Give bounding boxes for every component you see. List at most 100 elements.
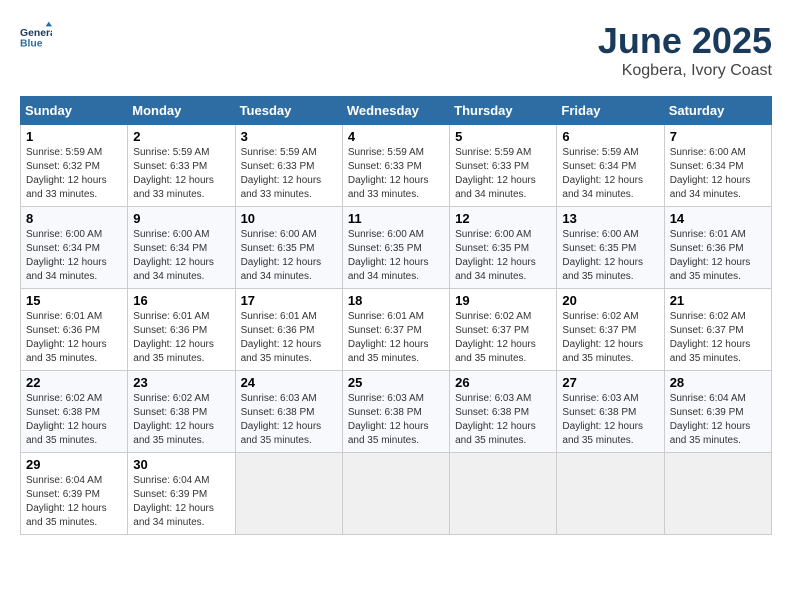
calendar-cell: 8 Sunrise: 6:00 AMSunset: 6:34 PMDaylight… [21, 207, 128, 289]
calendar-title: June 2025 [598, 20, 772, 62]
day-number: 28 [670, 375, 766, 390]
day-detail: Sunrise: 6:02 AMSunset: 6:38 PMDaylight:… [133, 392, 229, 448]
day-detail: Sunrise: 6:01 AMSunset: 6:36 PMDaylight:… [241, 310, 337, 366]
day-detail: Sunrise: 6:01 AMSunset: 6:36 PMDaylight:… [133, 310, 229, 366]
svg-text:General: General [20, 28, 52, 39]
calendar-cell: 4 Sunrise: 5:59 AMSunset: 6:33 PMDaylight… [342, 125, 449, 207]
day-number: 10 [241, 211, 337, 226]
day-detail: Sunrise: 6:02 AMSunset: 6:37 PMDaylight:… [670, 310, 766, 366]
day-header-thursday: Thursday [450, 97, 557, 125]
calendar-week-3: 15 Sunrise: 6:01 AMSunset: 6:36 PMDayligh… [21, 289, 772, 371]
calendar-cell: 28 Sunrise: 6:04 AMSunset: 6:39 PMDayligh… [664, 371, 771, 453]
day-detail: Sunrise: 6:00 AMSunset: 6:35 PMDaylight:… [455, 228, 551, 284]
calendar-cell: 26 Sunrise: 6:03 AMSunset: 6:38 PMDayligh… [450, 371, 557, 453]
day-number: 20 [562, 293, 658, 308]
day-number: 29 [26, 457, 122, 472]
calendar-cell: 20 Sunrise: 6:02 AMSunset: 6:37 PMDayligh… [557, 289, 664, 371]
day-number: 18 [348, 293, 444, 308]
day-header-saturday: Saturday [664, 97, 771, 125]
day-detail: Sunrise: 5:59 AMSunset: 6:32 PMDaylight:… [26, 146, 122, 202]
calendar-cell: 14Sunrise: 6:01 AMSunset: 6:36 PMDayligh… [664, 207, 771, 289]
day-detail: Sunrise: 6:02 AMSunset: 6:38 PMDaylight:… [26, 392, 122, 448]
calendar-cell [235, 453, 342, 535]
day-header-wednesday: Wednesday [342, 97, 449, 125]
logo: General Blue [20, 20, 52, 52]
calendar-cell: 21 Sunrise: 6:02 AMSunset: 6:37 PMDayligh… [664, 289, 771, 371]
calendar-cell: 5 Sunrise: 5:59 AMSunset: 6:33 PMDaylight… [450, 125, 557, 207]
day-number: 23 [133, 375, 229, 390]
calendar-cell: 3 Sunrise: 5:59 AMSunset: 6:33 PMDaylight… [235, 125, 342, 207]
calendar-cell: 12 Sunrise: 6:00 AMSunset: 6:35 PMDayligh… [450, 207, 557, 289]
day-detail: Sunrise: 6:03 AMSunset: 6:38 PMDaylight:… [241, 392, 337, 448]
calendar-cell: 1 Sunrise: 5:59 AMSunset: 6:32 PMDaylight… [21, 125, 128, 207]
day-detail: Sunrise: 6:00 AMSunset: 6:35 PMDaylight:… [348, 228, 444, 284]
day-number: 1 [26, 129, 122, 144]
day-detail: Sunrise: 6:04 AMSunset: 6:39 PMDaylight:… [26, 474, 122, 530]
calendar-cell: 30 Sunrise: 6:04 AMSunset: 6:39 PMDayligh… [128, 453, 235, 535]
day-detail: Sunrise: 5:59 AMSunset: 6:34 PMDaylight:… [562, 146, 658, 202]
day-number: 25 [348, 375, 444, 390]
day-number: 6 [562, 129, 658, 144]
day-number: 2 [133, 129, 229, 144]
calendar-cell: 19Sunrise: 6:02 AMSunset: 6:37 PMDayligh… [450, 289, 557, 371]
calendar-cell: 17 Sunrise: 6:01 AMSunset: 6:36 PMDayligh… [235, 289, 342, 371]
svg-text:Blue: Blue [20, 38, 43, 49]
day-detail: Sunrise: 6:01 AMSunset: 6:36 PMDaylight:… [26, 310, 122, 366]
day-detail: Sunrise: 6:00 AMSunset: 6:35 PMDaylight:… [241, 228, 337, 284]
day-number: 24 [241, 375, 337, 390]
day-detail: Sunrise: 6:00 AMSunset: 6:34 PMDaylight:… [26, 228, 122, 284]
day-detail: Sunrise: 6:02 AMSunset: 6:37 PMDaylight:… [562, 310, 658, 366]
day-detail: Sunrise: 6:00 AMSunset: 6:35 PMDaylight:… [562, 228, 658, 284]
day-detail: Sunrise: 5:59 AMSunset: 6:33 PMDaylight:… [241, 146, 337, 202]
calendar-subtitle: Kogbera, Ivory Coast [598, 62, 772, 80]
day-detail: Sunrise: 6:00 AMSunset: 6:34 PMDaylight:… [670, 146, 766, 202]
day-number: 4 [348, 129, 444, 144]
page-header: General Blue June 2025 Kogbera, Ivory Co… [20, 20, 772, 80]
calendar-cell: 9Sunrise: 6:00 AMSunset: 6:34 PMDaylight… [128, 207, 235, 289]
day-number: 27 [562, 375, 658, 390]
day-detail: Sunrise: 6:04 AMSunset: 6:39 PMDaylight:… [133, 474, 229, 530]
calendar-cell [342, 453, 449, 535]
day-detail: Sunrise: 6:01 AMSunset: 6:37 PMDaylight:… [348, 310, 444, 366]
day-detail: Sunrise: 5:59 AMSunset: 6:33 PMDaylight:… [455, 146, 551, 202]
calendar-week-4: 22Sunrise: 6:02 AMSunset: 6:38 PMDayligh… [21, 371, 772, 453]
day-number: 8 [26, 211, 122, 226]
day-detail: Sunrise: 6:04 AMSunset: 6:39 PMDaylight:… [670, 392, 766, 448]
day-number: 7 [670, 129, 766, 144]
calendar-cell: 13 Sunrise: 6:00 AMSunset: 6:35 PMDayligh… [557, 207, 664, 289]
day-detail: Sunrise: 5:59 AMSunset: 6:33 PMDaylight:… [348, 146, 444, 202]
day-number: 17 [241, 293, 337, 308]
title-block: June 2025 Kogbera, Ivory Coast [598, 20, 772, 80]
day-detail: Sunrise: 6:01 AMSunset: 6:36 PMDaylight:… [670, 228, 766, 284]
day-number: 11 [348, 211, 444, 226]
calendar-cell: 2 Sunrise: 5:59 AMSunset: 6:33 PMDaylight… [128, 125, 235, 207]
calendar-cell: 15 Sunrise: 6:01 AMSunset: 6:36 PMDayligh… [21, 289, 128, 371]
day-number: 5 [455, 129, 551, 144]
day-header-monday: Monday [128, 97, 235, 125]
day-number: 9 [133, 211, 229, 226]
day-number: 13 [562, 211, 658, 226]
calendar-week-2: 8 Sunrise: 6:00 AMSunset: 6:34 PMDaylight… [21, 207, 772, 289]
day-number: 26 [455, 375, 551, 390]
logo-icon: General Blue [20, 20, 52, 52]
day-number: 12 [455, 211, 551, 226]
calendar-cell: 27Sunrise: 6:03 AMSunset: 6:38 PMDayligh… [557, 371, 664, 453]
day-header-sunday: Sunday [21, 97, 128, 125]
calendar-cell: 6 Sunrise: 5:59 AMSunset: 6:34 PMDaylight… [557, 125, 664, 207]
day-number: 21 [670, 293, 766, 308]
day-detail: Sunrise: 6:03 AMSunset: 6:38 PMDaylight:… [455, 392, 551, 448]
day-number: 16 [133, 293, 229, 308]
calendar-cell: 22Sunrise: 6:02 AMSunset: 6:38 PMDayligh… [21, 371, 128, 453]
calendar-cell: 7 Sunrise: 6:00 AMSunset: 6:34 PMDaylight… [664, 125, 771, 207]
calendar-cell: 24 Sunrise: 6:03 AMSunset: 6:38 PMDayligh… [235, 371, 342, 453]
day-number: 30 [133, 457, 229, 472]
calendar-cell: 16 Sunrise: 6:01 AMSunset: 6:36 PMDayligh… [128, 289, 235, 371]
day-detail: Sunrise: 6:03 AMSunset: 6:38 PMDaylight:… [348, 392, 444, 448]
calendar-cell [664, 453, 771, 535]
calendar-week-5: 29 Sunrise: 6:04 AMSunset: 6:39 PMDayligh… [21, 453, 772, 535]
day-header-tuesday: Tuesday [235, 97, 342, 125]
day-number: 15 [26, 293, 122, 308]
day-number: 3 [241, 129, 337, 144]
day-detail: Sunrise: 5:59 AMSunset: 6:33 PMDaylight:… [133, 146, 229, 202]
day-header-friday: Friday [557, 97, 664, 125]
